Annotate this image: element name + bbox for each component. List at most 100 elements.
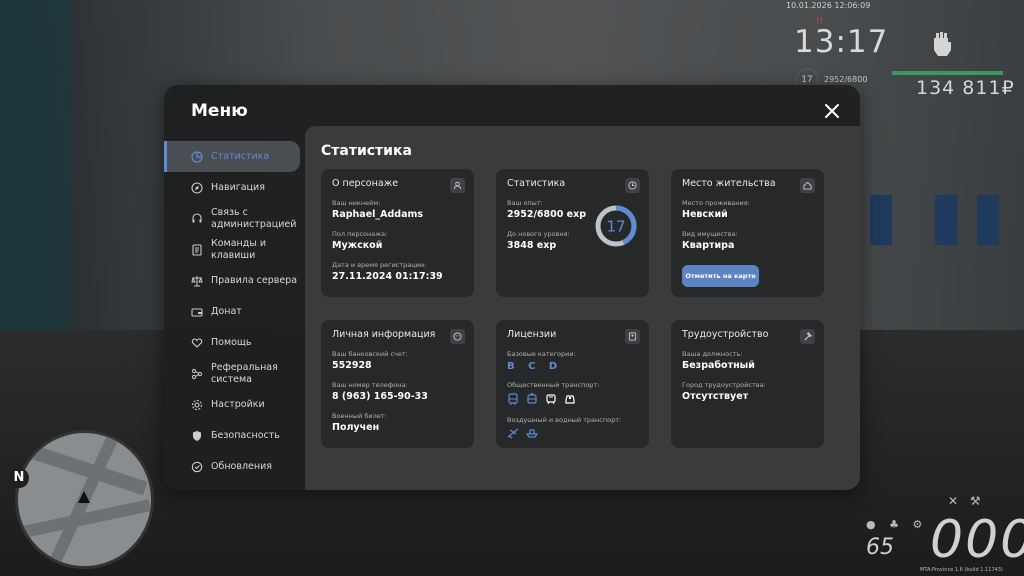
vehicle-status-icons: ● ♣ ⚙ bbox=[866, 518, 928, 531]
hud-health-bar bbox=[892, 71, 1003, 75]
build-info: MTA:Province 1.6 (build 1.11743) bbox=[920, 567, 1003, 573]
phone-label: Ваш номер телефона: bbox=[332, 381, 408, 389]
hud-exp: 2952/6800 bbox=[824, 75, 868, 84]
hud-clock: 13:17 bbox=[794, 24, 889, 60]
sidebar-item-label: Донат bbox=[211, 305, 242, 317]
military-label: Военный билет: bbox=[332, 412, 387, 420]
gender-value: Мужской bbox=[332, 240, 383, 251]
content-panel: Статистика О персонаже Ваш никнейм: Raph… bbox=[305, 126, 860, 490]
sidebar-item-help[interactable]: Помощь bbox=[164, 327, 300, 358]
sidebar-item-security[interactable]: Безопасность bbox=[164, 420, 300, 451]
house-icon bbox=[800, 178, 815, 193]
gender-label: Пол персонажа: bbox=[332, 230, 388, 238]
sidebar-item-navigation[interactable]: Навигация bbox=[164, 172, 300, 203]
public-transport-label: Общественный транспорт: bbox=[507, 381, 600, 389]
residence-card: Место жительства Место проживания: Невск… bbox=[671, 169, 824, 297]
sidebar-item-referral[interactable]: Реферальная система bbox=[164, 358, 300, 389]
next-level-label: До нового уровня: bbox=[507, 230, 570, 238]
card-title: О персонаже bbox=[332, 178, 399, 189]
sidebar-item-label: Статистика bbox=[211, 150, 270, 162]
airplane-icon bbox=[507, 428, 519, 439]
hud-speedometer: 000 bbox=[930, 510, 1024, 570]
card-title: Место жительства bbox=[682, 178, 776, 189]
menu-title: Меню bbox=[191, 101, 248, 121]
place-value: Невский bbox=[682, 209, 728, 220]
network-icon bbox=[191, 368, 203, 379]
card-title: Трудоустройство bbox=[682, 329, 769, 340]
level-progress-ring: 17 bbox=[595, 205, 637, 247]
sidebar-item-rules[interactable]: Правила сервера bbox=[164, 265, 300, 296]
registration-value: 27.11.2024 01:17:39 bbox=[332, 271, 443, 282]
sidebar-item-updates[interactable]: Обновления bbox=[164, 451, 300, 482]
sidebar-item-label: Безопасность bbox=[211, 429, 280, 441]
headset-icon bbox=[192, 212, 202, 222]
wallet-icon bbox=[191, 307, 203, 317]
property-type-label: Вид имущества: bbox=[682, 230, 738, 238]
position-value: Безработный bbox=[682, 360, 755, 371]
sidebar-item-support[interactable]: Связь с администрацией bbox=[164, 203, 300, 234]
compass-icon bbox=[191, 181, 203, 194]
bank-value: 552928 bbox=[332, 360, 372, 371]
licenses-card: Лицензии Базовые категории: B C D Общест… bbox=[496, 320, 649, 448]
heart-hand-icon bbox=[191, 338, 203, 348]
page-title: Статистика bbox=[321, 143, 412, 159]
sidebar: Статистика Навигация Связь с администрац… bbox=[164, 141, 300, 482]
card-title: Личная информация bbox=[332, 329, 436, 340]
refresh-icon bbox=[191, 461, 203, 472]
compass-north: N bbox=[9, 468, 29, 488]
level-number: 17 bbox=[606, 218, 625, 236]
tram-icon bbox=[546, 394, 556, 405]
next-level-value: 3848 exp bbox=[507, 240, 557, 251]
nickname-value: Raphael_Addams bbox=[332, 209, 424, 220]
boat-icon bbox=[526, 429, 538, 438]
fist-icon bbox=[934, 32, 951, 56]
sidebar-item-settings[interactable]: Настройки bbox=[164, 389, 300, 420]
exp-value: 2952/6800 exp bbox=[507, 209, 587, 220]
nickname-label: Ваш никнейм: bbox=[332, 199, 381, 207]
hud-datetime: 10.01.2026 12:06:09 bbox=[786, 1, 871, 10]
chart-pie-icon bbox=[191, 150, 203, 163]
base-categories-value: B C D bbox=[507, 361, 563, 372]
sidebar-item-label: Обновления bbox=[211, 460, 272, 472]
sidebar-item-statistics[interactable]: Статистика bbox=[164, 141, 300, 172]
sidebar-item-label: Навигация bbox=[211, 181, 265, 193]
personal-info-card: Личная информация Ваш банковский счет: 5… bbox=[321, 320, 474, 448]
game-background-wall bbox=[0, 0, 70, 380]
exp-label: Ваш опыт: bbox=[507, 199, 543, 207]
close-icon[interactable] bbox=[823, 102, 841, 120]
property-type-value: Квартира bbox=[682, 240, 735, 251]
background-door bbox=[870, 195, 892, 245]
mark-on-map-button[interactable]: Отметить на карте bbox=[682, 265, 759, 287]
bus-icon bbox=[508, 393, 518, 405]
menu-window: Меню Статистика Навигация Связь с админи… bbox=[164, 85, 860, 490]
player-arrow-icon bbox=[78, 491, 90, 503]
registration-label: Дата и время регистрации: bbox=[332, 261, 427, 269]
sidebar-item-label: Настройки bbox=[211, 398, 265, 410]
sidebar-item-label: Помощь bbox=[211, 336, 252, 348]
character-card: О персонаже Ваш никнейм: Raphael_Addams … bbox=[321, 169, 474, 297]
minimap bbox=[15, 430, 154, 569]
trolleybus-icon bbox=[527, 393, 537, 404]
sidebar-item-label: Связь с администрацией bbox=[211, 207, 297, 230]
scales-icon bbox=[191, 275, 203, 286]
job-card: Трудоустройство Ваша должность: Безработ… bbox=[671, 320, 824, 448]
place-label: Место проживания: bbox=[682, 199, 750, 207]
base-categories-label: Базовые категории: bbox=[507, 350, 576, 358]
id-card-icon bbox=[625, 329, 640, 344]
phone-value: 8 (963) 165-90-33 bbox=[332, 391, 428, 402]
sidebar-item-donate[interactable]: Донат bbox=[164, 296, 300, 327]
sidebar-item-label: Реферальная система bbox=[211, 362, 278, 385]
work-city-label: Город трудоустройства: bbox=[682, 381, 766, 389]
work-city-value: Отсутствует bbox=[682, 391, 749, 402]
clock-icon bbox=[625, 178, 640, 193]
background-door bbox=[977, 195, 999, 245]
gear-icon bbox=[191, 399, 203, 410]
card-title: Лицензии bbox=[507, 329, 557, 340]
document-icon bbox=[192, 243, 202, 256]
background-door bbox=[935, 195, 957, 245]
sidebar-item-commands[interactable]: Команды и клавиши bbox=[164, 234, 300, 265]
position-label: Ваша должность: bbox=[682, 350, 743, 358]
air-water-transport-icons bbox=[507, 427, 538, 439]
air-water-transport-label: Воздушный и водный транспорт: bbox=[507, 416, 622, 424]
sidebar-item-label: Правила сервера bbox=[211, 274, 298, 286]
